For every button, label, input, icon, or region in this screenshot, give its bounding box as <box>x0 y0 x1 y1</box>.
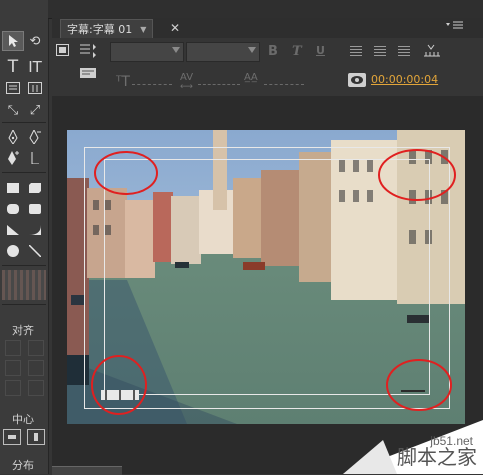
center-horizontal-button[interactable] <box>3 429 21 445</box>
distribute-section-label: 分布 <box>12 459 34 472</box>
delete-anchor-tool-icon[interactable] <box>25 128 45 146</box>
title-tools-panel: ⟲ T IT ⤡ ⤢ 对齐 中心 分布 <box>0 0 49 474</box>
align-center-text-icon[interactable] <box>374 46 386 56</box>
separator <box>2 265 46 266</box>
vertical-area-type-tool-icon[interactable] <box>25 79 45 97</box>
pen-tool-icon[interactable] <box>3 128 23 146</box>
underline-button[interactable]: U <box>316 44 325 57</box>
center-section-label: 中心 <box>12 413 34 426</box>
annotation-circle-bottom-right <box>386 359 452 411</box>
font-size-field[interactable] <box>132 84 172 86</box>
annotation-circle-bottom-left <box>91 355 147 415</box>
leading-icon: A̲A̲ <box>244 72 258 83</box>
line-tool-icon[interactable] <box>25 242 45 260</box>
align-right-text-icon[interactable] <box>398 46 410 56</box>
bold-button[interactable]: B <box>268 44 278 59</box>
add-anchor-tool-icon[interactable] <box>3 149 23 167</box>
type-tool-icon[interactable]: T <box>3 57 23 77</box>
tab-title-01[interactable]: 字幕:字幕 01 ▼ <box>60 19 154 38</box>
align-center-vertical-button[interactable] <box>28 360 44 376</box>
panel-menu-icon[interactable] <box>446 20 466 34</box>
tab-stops-icon[interactable] <box>422 42 442 61</box>
font-family-dropdown[interactable] <box>110 42 184 62</box>
font-style-dropdown[interactable] <box>186 42 260 62</box>
annotation-circle-top-left <box>94 151 158 195</box>
wedge-tool-icon[interactable] <box>3 221 23 239</box>
center-vertical-button[interactable] <box>27 429 45 445</box>
align-right-button[interactable] <box>5 380 21 396</box>
separator <box>2 172 46 173</box>
clipped-corner-rectangle-tool-icon[interactable] <box>25 179 45 197</box>
align-left-text-icon[interactable] <box>350 46 362 56</box>
rotation-tool-icon[interactable]: ⟲ <box>25 32 45 50</box>
separator <box>2 304 46 305</box>
align-section-label: 对齐 <box>12 324 34 337</box>
rounded-rectangle-tool-icon[interactable] <box>25 200 45 218</box>
area-type-tool-icon[interactable] <box>3 79 23 97</box>
annotation-overlay <box>91 149 456 415</box>
show-background-video-icon[interactable] <box>348 73 366 87</box>
watermark-name: 脚本之家 <box>397 445 477 469</box>
watermark-area: jb51.net 脚本之家 <box>343 420 483 474</box>
chevron-down-icon[interactable]: ▼ <box>140 25 146 34</box>
background-video-timecode[interactable]: 00:00:00:04 <box>371 73 438 86</box>
kerning-field[interactable] <box>198 84 240 86</box>
align-bottom-button[interactable] <box>28 380 44 396</box>
kerning-arrows-icon: ⟷ <box>180 82 193 92</box>
align-top-button[interactable] <box>28 340 44 356</box>
style-preview-thumbnail <box>2 270 46 300</box>
ellipse-tool-icon[interactable] <box>3 242 23 260</box>
convert-anchor-tool-icon[interactable] <box>25 149 45 167</box>
vertical-type-tool-icon[interactable]: IT <box>25 58 45 76</box>
roll-crawl-options-icon[interactable] <box>78 43 98 62</box>
arc-tool-icon[interactable] <box>25 221 45 239</box>
title-toolbar: B T U ᵀT AV ⟷ A̲A̲ <box>52 38 483 96</box>
separator <box>2 122 46 123</box>
templates-icon[interactable] <box>78 64 98 83</box>
background-video-frame <box>67 130 465 424</box>
font-size-icon: ᵀT <box>116 74 130 90</box>
leading-field[interactable] <box>264 84 304 86</box>
rounded-corner-rectangle-tool-icon[interactable] <box>3 200 23 218</box>
annotation-circle-top-right <box>378 149 456 201</box>
close-icon[interactable]: ✕ <box>168 20 182 36</box>
new-title-icon[interactable] <box>56 44 72 61</box>
window-top-strip <box>48 0 483 19</box>
vertical-path-type-tool-icon[interactable]: ⤢ <box>25 101 45 119</box>
italic-button[interactable]: T <box>292 44 302 59</box>
selection-tool-icon[interactable] <box>2 31 24 51</box>
path-type-tool-icon[interactable]: ⤡ <box>3 101 23 119</box>
align-left-button[interactable] <box>5 340 21 356</box>
align-center-horizontal-button[interactable] <box>5 360 21 376</box>
tab-title-label: 字幕:字幕 01 <box>67 23 133 36</box>
rectangle-tool-icon[interactable] <box>3 179 23 197</box>
